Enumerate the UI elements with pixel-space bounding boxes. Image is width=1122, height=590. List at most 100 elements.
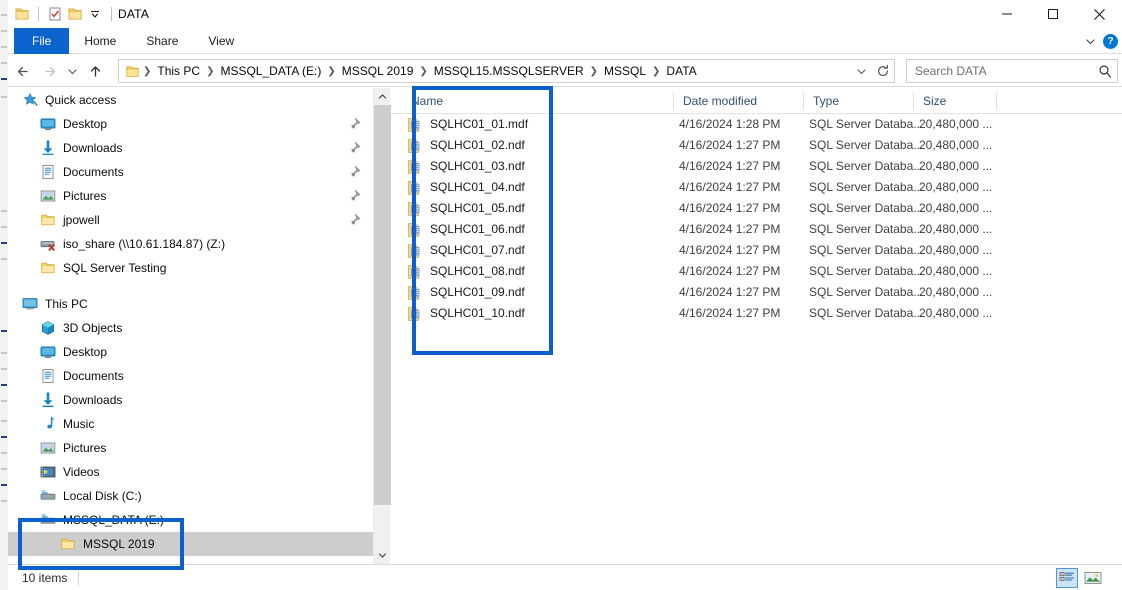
sidebar-item-this-pc[interactable]: This PC [8, 292, 373, 316]
table-row[interactable]: SQLHC01_01.mdf 4/16/2024 1:28 PM SQL Serve… [391, 114, 1122, 135]
sidebar-item-documents[interactable]: Documents [8, 364, 373, 388]
sidebar-item-pictures[interactable]: Pictures [8, 436, 373, 460]
back-arrow-icon[interactable] [10, 56, 36, 86]
tab-file[interactable]: File [14, 28, 70, 54]
sidebar-item-sql-server-testing[interactable]: SQL Server Testing [8, 256, 373, 280]
file-name-cell[interactable]: SQLHC01_03.ndf [406, 156, 525, 177]
column-header-type[interactable]: Type [803, 88, 913, 114]
table-row[interactable]: SQLHC01_10.ndf 4/16/2024 1:27 PM SQL Serve… [391, 303, 1122, 324]
pin-icon[interactable] [350, 189, 363, 203]
file-name-cell[interactable]: SQLHC01_09.ndf [406, 282, 525, 303]
file-name-cell[interactable]: SQLHC01_02.ndf [406, 135, 525, 156]
search-icon[interactable] [1093, 60, 1117, 82]
sidebar-item-mssql-2019[interactable]: MSSQL 2019 [8, 532, 373, 556]
search-box[interactable]: Search DATA [906, 59, 1118, 83]
breadcrumb-item-data[interactable]: DATA [662, 64, 700, 78]
table-row[interactable]: SQLHC01_06.ndf 4/16/2024 1:27 PM SQL Serve… [391, 219, 1122, 240]
recent-locations-icon[interactable] [62, 56, 82, 86]
file-size-cell: 20,480,000 ... [919, 138, 993, 152]
file-date-cell: 4/16/2024 1:27 PM [679, 306, 781, 320]
pin-icon[interactable] [350, 213, 363, 227]
table-row[interactable]: SQLHC01_09.ndf 4/16/2024 1:27 PM SQL Serve… [391, 282, 1122, 303]
folder-icon [40, 260, 56, 276]
file-type-cell: SQL Server Databa... [809, 117, 924, 131]
sidebar-item-mssql-data-e[interactable]: MSSQL_DATA (E:) [8, 508, 373, 532]
file-size-cell: 20,480,000 ... [919, 117, 993, 131]
refresh-icon[interactable] [872, 60, 894, 82]
breadcrumb-item-this-pc[interactable]: This PC [153, 64, 204, 78]
up-arrow-icon[interactable] [82, 56, 108, 86]
breadcrumb-item-mssql-2019[interactable]: MSSQL 2019 [338, 64, 418, 78]
sidebar-item-3d-objects[interactable]: 3D Objects [8, 316, 373, 340]
file-type-cell: SQL Server Databa... [809, 306, 924, 320]
breadcrumb-item-mssql-data-e[interactable]: MSSQL_DATA (E:) [216, 64, 325, 78]
file-name-cell[interactable]: SQLHC01_04.ndf [406, 177, 525, 198]
sidebar-item-downloads[interactable]: Downloads [8, 136, 373, 160]
scrollbar-thumb[interactable] [374, 105, 391, 505]
properties-icon[interactable] [45, 4, 65, 24]
file-name-cell[interactable]: SQLHC01_01.mdf [406, 114, 528, 135]
file-name-label: SQLHC01_01.mdf [430, 117, 529, 131]
navigation-pane-scrollbar[interactable] [373, 88, 391, 564]
sidebar-item-videos[interactable]: Videos [8, 460, 373, 484]
sidebar-item-iso-share-10-61-184-87-z[interactable]: iso_share (\\10.61.184.87) (Z:) [8, 232, 373, 256]
sidebar-item-label: Documents [63, 369, 124, 383]
details-view-icon[interactable] [1056, 568, 1078, 588]
help-icon[interactable]: ? [1103, 33, 1118, 49]
table-row[interactable]: SQLHC01_07.ndf 4/16/2024 1:27 PM SQL Serve… [391, 240, 1122, 261]
search-input[interactable]: Search DATA [907, 64, 1093, 78]
file-name-cell[interactable]: SQLHC01_07.ndf [406, 240, 525, 261]
sidebar-item-downloads[interactable]: Downloads [8, 388, 373, 412]
column-separator[interactable] [996, 93, 997, 110]
large-icons-view-icon[interactable] [1082, 568, 1104, 588]
table-row[interactable]: SQLHC01_08.ndf 4/16/2024 1:27 PM SQL Serve… [391, 261, 1122, 282]
maximize-icon[interactable] [1030, 0, 1076, 28]
customize-chevron-icon[interactable] [85, 4, 105, 24]
sidebar-item-label: MSSQL 2019 [83, 537, 155, 551]
file-name-cell[interactable]: SQLHC01_08.ndf [406, 261, 525, 282]
breadcrumb: ❯ This PC ❯ MSSQL_DATA (E:) ❯ MSSQL 2019… [119, 64, 850, 79]
column-header-name[interactable]: Name [401, 88, 673, 114]
pin-icon[interactable] [350, 141, 363, 155]
chevron-up-icon[interactable] [374, 88, 391, 105]
chevron-down-icon[interactable] [374, 547, 391, 564]
sidebar-item-desktop[interactable]: Desktop [8, 340, 373, 364]
pin-icon[interactable] [350, 165, 363, 179]
table-row[interactable]: SQLHC01_04.ndf 4/16/2024 1:27 PM SQL Serve… [391, 177, 1122, 198]
chevron-down-icon[interactable] [850, 60, 872, 82]
tab-view[interactable]: View [193, 28, 249, 54]
table-row[interactable]: SQLHC01_05.ndf 4/16/2024 1:27 PM SQL Serve… [391, 198, 1122, 219]
sidebar-item-label: Downloads [63, 393, 123, 407]
file-name-cell[interactable]: SQLHC01_06.ndf [406, 219, 525, 240]
tab-share[interactable]: Share [131, 28, 193, 54]
column-header-size[interactable]: Size [913, 88, 996, 114]
folder-icon[interactable] [12, 4, 32, 24]
sidebar-item-quick-access[interactable]: Quick access [8, 88, 373, 112]
address-bar[interactable]: ❯ This PC ❯ MSSQL_DATA (E:) ❯ MSSQL 2019… [118, 59, 895, 83]
file-name-cell[interactable]: SQLHC01_05.ndf [406, 198, 525, 219]
column-header-date-modified[interactable]: Date modified [673, 88, 803, 114]
table-row[interactable]: SQLHC01_03.ndf 4/16/2024 1:27 PM SQL Serve… [391, 156, 1122, 177]
sidebar-item-label: Local Disk (C:) [63, 489, 142, 503]
file-list-pane: Name Date modified Type Size SQLHC01_01.… [391, 88, 1122, 564]
sidebar-item-pictures[interactable]: Pictures [8, 184, 373, 208]
chevron-down-icon[interactable] [1081, 32, 1099, 50]
breadcrumb-item-mssql15-instance[interactable]: MSSQL15.MSSQLSERVER [430, 64, 588, 78]
sidebar-item-documents[interactable]: Documents [8, 160, 373, 184]
breadcrumb-item-mssql[interactable]: MSSQL [600, 64, 650, 78]
sidebar-item-jpowell[interactable]: jpowell [8, 208, 373, 232]
file-size-cell: 20,480,000 ... [919, 243, 993, 257]
minimize-icon[interactable] [984, 0, 1030, 28]
new-folder-icon[interactable] [65, 4, 85, 24]
file-name-cell[interactable]: SQLHC01_10.ndf [406, 303, 525, 324]
sidebar-item-local-disk-c[interactable]: Local Disk (C:) [8, 484, 373, 508]
sql-database-file-icon [406, 285, 422, 301]
sidebar-item-music[interactable]: Music [8, 412, 373, 436]
sidebar-item-desktop[interactable]: Desktop [8, 112, 373, 136]
close-icon[interactable] [1076, 0, 1122, 28]
tab-home[interactable]: Home [69, 28, 131, 54]
sql-database-file-icon [406, 201, 422, 217]
pin-icon[interactable] [350, 117, 363, 131]
table-row[interactable]: SQLHC01_02.ndf 4/16/2024 1:27 PM SQL Serve… [391, 135, 1122, 156]
forward-arrow-icon[interactable] [36, 56, 62, 86]
